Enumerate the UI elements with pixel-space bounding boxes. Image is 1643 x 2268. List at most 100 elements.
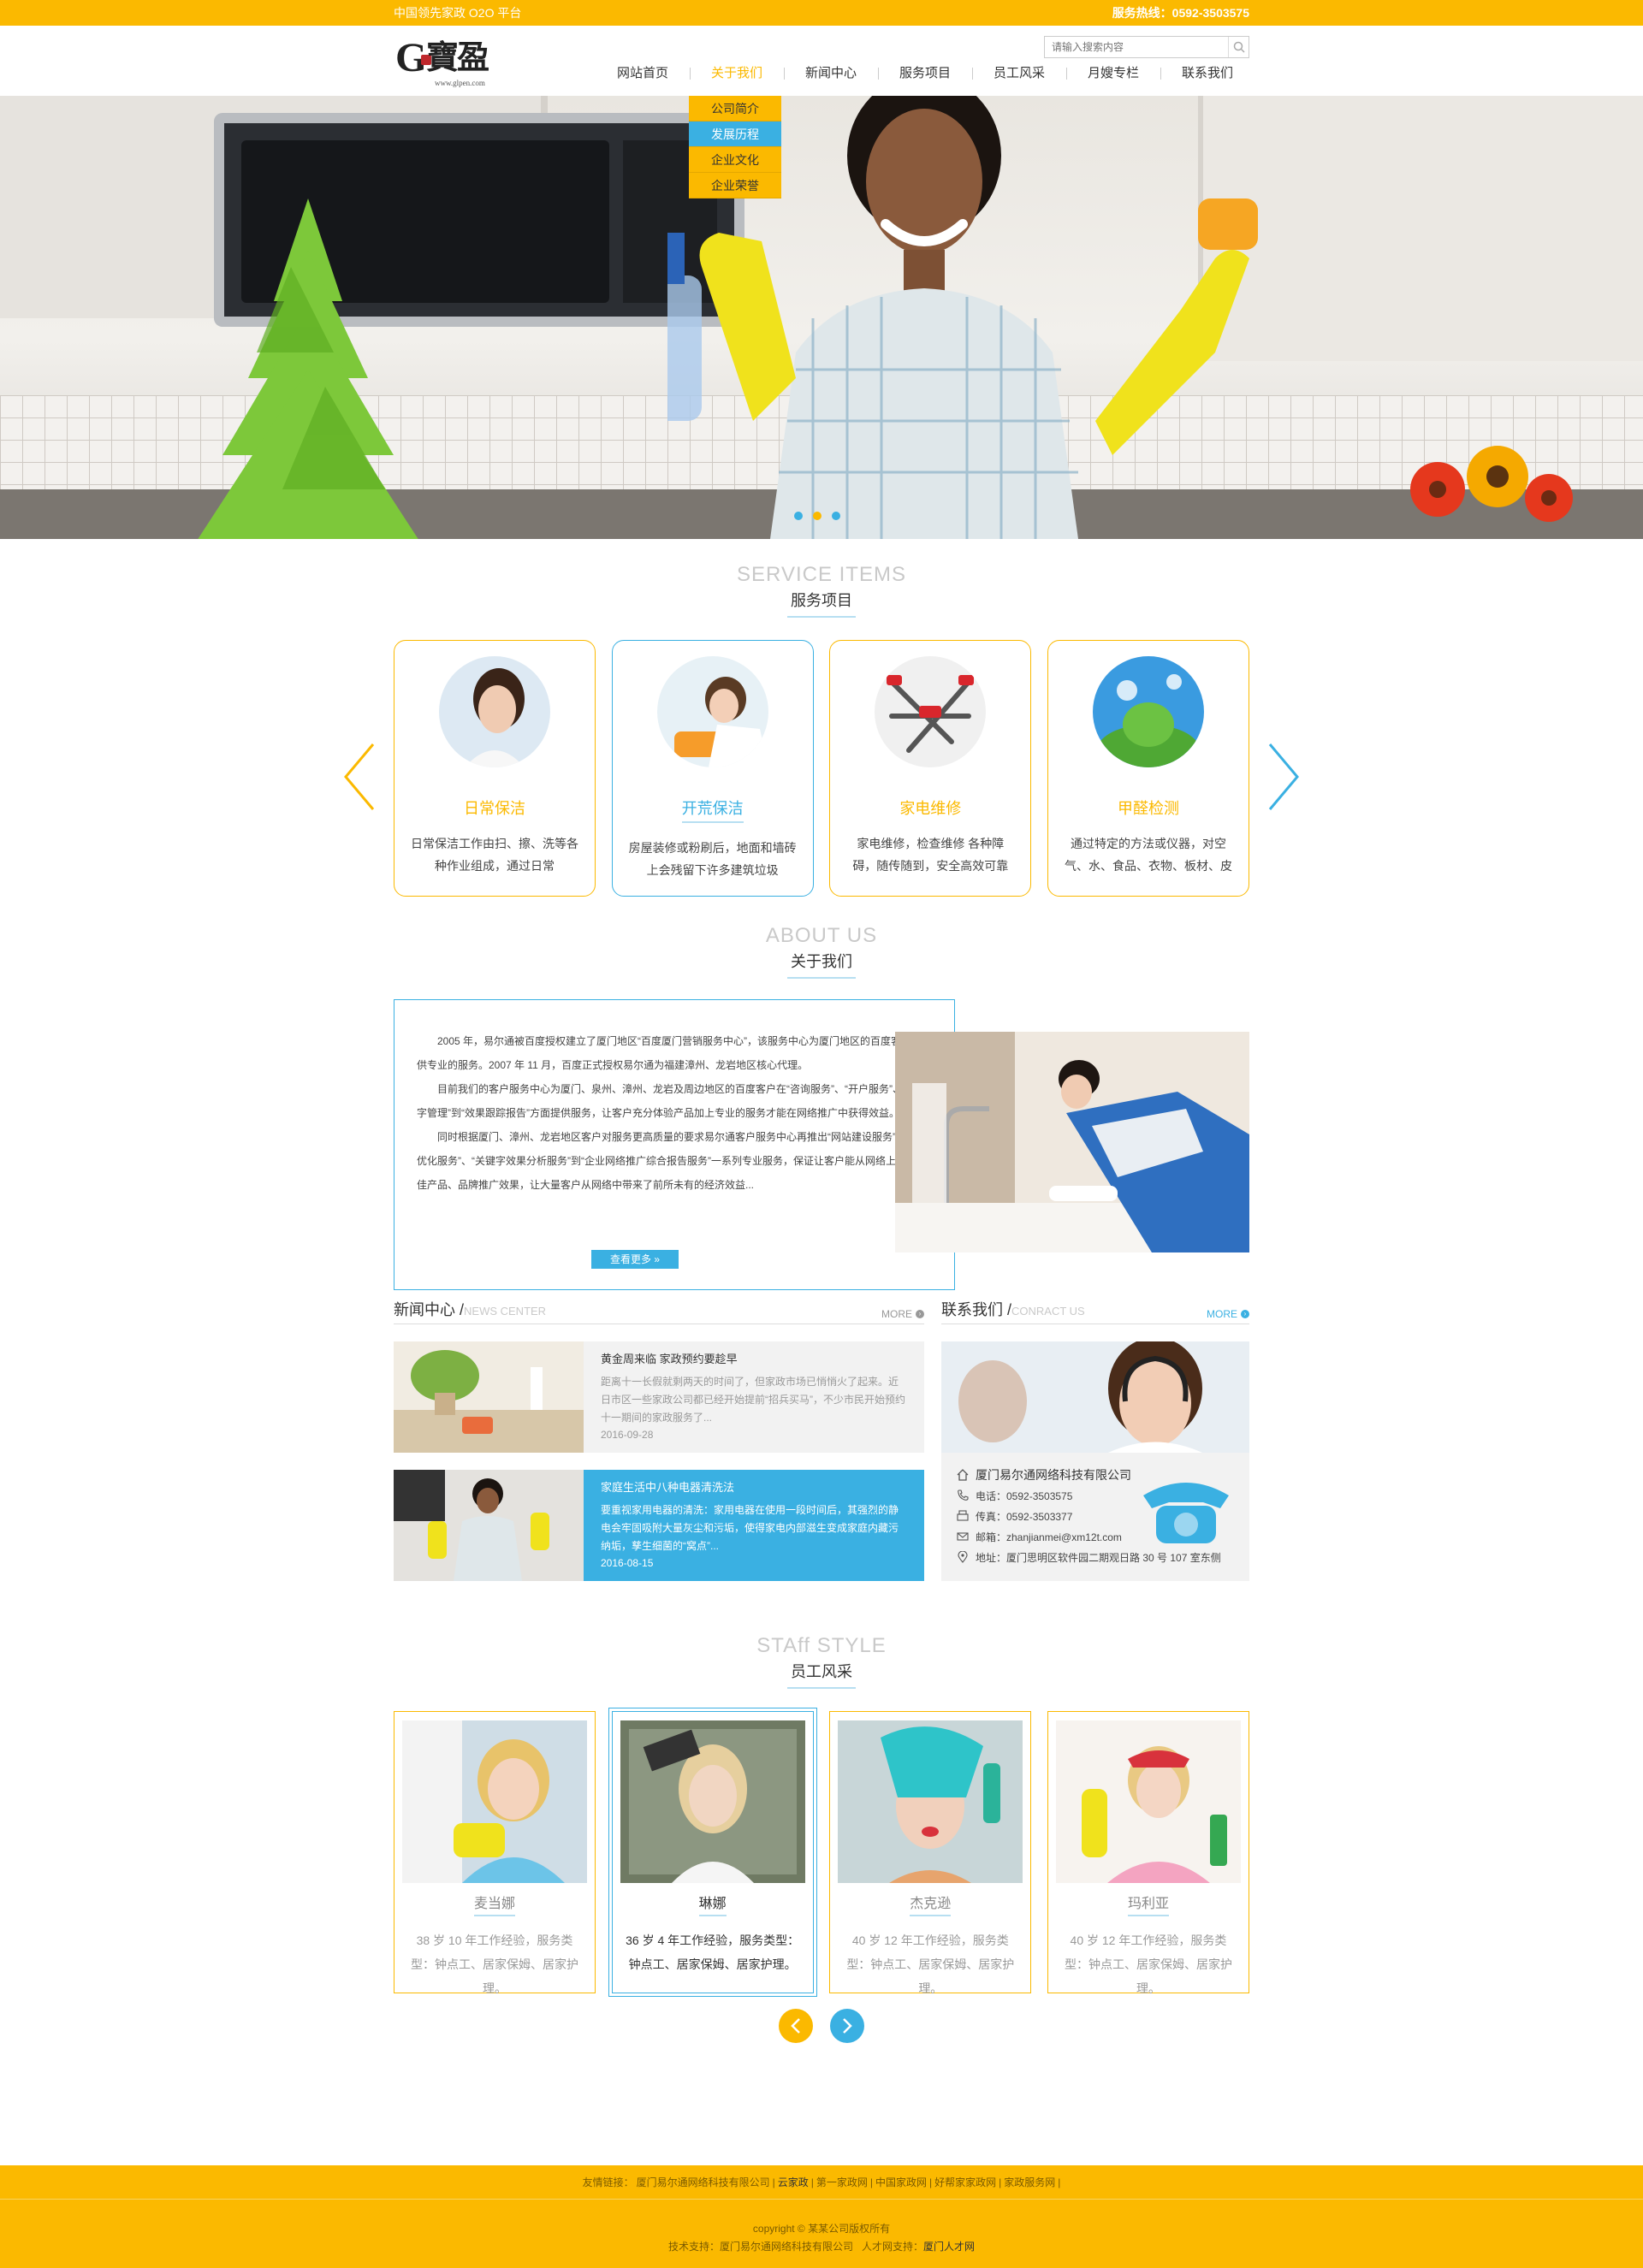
services-section: SERVICE ITEMS 服务项目 日常保洁 日常保洁工作由扫、擦、洗等各种作… [0,539,1643,924]
staff-photo [1055,1720,1241,1883]
copyright: copyright © 某某公司版权所有 技术支持：厦门易尔通网络科技有限公司 … [667,2223,976,2253]
staff-photo [402,1720,587,1883]
arrow-left-icon[interactable] [342,743,377,811]
news-summary: 距离十一长假就剩两天的时间了，但家政市场已悄悄火了起来。近日市区一些家政公司都已… [601,1376,905,1424]
staff-section: STAff STYLE 员工风采 麦当娜 38 岁 10 年工作经验，服务类型：… [0,1634,1643,2130]
footer-link[interactable]: 云家政 [778,2176,809,2188]
staff-photo [838,1720,1023,1883]
news-header: 新闻中心 /NEWS CENTER MORE › [394,1300,924,1324]
contact-header: 联系我们 /CONRACT US MORE › [941,1300,1249,1324]
news-date: 2016-08-15 [601,1557,654,1569]
staff-card[interactable]: 麦当娜 38 岁 10 年工作经验，服务类型：钟点工、居家保姆、居家护理。 [394,1711,596,1995]
banner-plant [198,198,418,539]
top-bar: 中国领先家政 O2O 平台 服务热线：0592-3503575 [0,0,1643,26]
service-image [1092,656,1204,767]
banner-dot[interactable] [832,512,840,520]
staff-card[interactable]: 琳娜 36 岁 4 年工作经验，服务类型：钟点工、居家保姆、居家护理。 [608,1708,817,1997]
search-input[interactable] [1045,37,1228,57]
contact-more-link[interactable]: MORE › [1207,1308,1249,1320]
support-link[interactable]: 厦门易尔通网络科技有限公司 [720,2241,853,2253]
about-section: ABOUT US 关于我们 2005 年，易尔通被百度授权建立了厦门地区“百度厦… [0,924,1643,1300]
logo[interactable]: G 寶盈 www.glpen.com [394,36,505,88]
hero-banner [0,96,1643,539]
nav-about[interactable]: 关于我们 [690,63,784,84]
staff-prev-button[interactable] [779,2009,813,2043]
news-title[interactable]: 黄金周来临 家政预约要趁早 [601,1350,907,1366]
news-thumbnail [394,1470,584,1581]
fax-icon [957,1510,969,1521]
main-nav: 网站首页 关于我们 新闻中心 服务项目 员工风采 月嫂专栏 联系我们 [596,63,1254,84]
footer-link[interactable]: 第一家政网 [816,2176,868,2188]
about-image [895,1032,1249,1252]
mail-icon [957,1532,969,1541]
contact-card: 厦门易尔通网络科技有限公司 电话：0592-3503575 传真：0592-35… [941,1341,1249,1581]
staff-desc: 38 岁 10 年工作经验，服务类型：钟点工、居家保姆、居家护理。 [411,1933,578,1995]
nav-contact[interactable]: 联系我们 [1160,63,1254,84]
footer-link[interactable]: 中国家政网 [875,2176,927,2188]
footer-link[interactable]: 好帮家家政网 [934,2176,996,2188]
nav-staff[interactable]: 员工风采 [972,63,1066,84]
staff-name: 麦当娜 [473,1892,515,1916]
contact-tel: 电话：0592-3503575 [957,1485,1249,1506]
news-item[interactable]: 黄金周来临 家政预约要趁早 距离十一长假就剩两天的时间了，但家政市场已悄悄火了起… [394,1341,924,1453]
footer-link[interactable]: 厦门易尔通网络科技有限公司 [637,2176,770,2188]
staff-next-button[interactable] [830,2009,864,2043]
about-paragraph: 同时根据厦门、漳州、龙岩地区客户对服务更高质量的要求易尔通客户服务中心再推出“网… [417,1131,930,1191]
staff-desc: 40 岁 12 年工作经验，服务类型：钟点工、居家保姆、居家护理。 [846,1933,1015,1995]
search-box [1044,36,1249,58]
nav-home[interactable]: 网站首页 [596,63,690,84]
service-image [439,656,550,767]
footer-link[interactable]: 家政服务网 [1004,2176,1055,2188]
banner-pagination [794,512,840,520]
staff-desc: 36 岁 4 年工作经验，服务类型：钟点工、居家保姆、居家护理。 [626,1933,800,1971]
more-arrow-icon: › [916,1310,924,1318]
contact-fax: 传真：0592-3503377 [957,1506,1249,1526]
service-card[interactable]: 甲醛检测 通过特定的方法或仪器，对空气、水、食品、衣物、板材、皮 [1047,640,1249,897]
news-center: 新闻中心 /NEWS CENTER MORE › 黄金周来临 家政预约要趁早 距离… [394,1300,924,1581]
talent-link[interactable]: 厦门人才网 [923,2241,975,2253]
banner-dot-active[interactable] [813,512,822,520]
header: G 寶盈 www.glpen.com 网站首页 关于我们 新闻中心 服务项目 员… [0,26,1643,198]
footer: 友情链接： 厦门易尔通网络科技有限公司 | 云家政 | 第一家政网 | 中国家政网 | 好帮家家政… [0,2165,1643,2268]
arrow-right-icon[interactable] [1266,743,1301,811]
chevron-left-icon [791,2018,800,2034]
more-arrow-icon: › [1241,1310,1249,1318]
nav-services[interactable]: 服务项目 [878,63,972,84]
about-title: ABOUT US 关于我们 [0,924,1643,979]
about-more-button[interactable]: 查看更多 » [591,1250,679,1269]
news-title[interactable]: 家庭生活中八种电器清洗法 [601,1478,907,1495]
news-thumbnail [394,1341,584,1453]
contact-company: 厦门易尔通网络科技有限公司 [957,1465,1249,1485]
nav-news[interactable]: 新闻中心 [784,63,878,84]
staff-carousel-nav [0,2009,1643,2043]
chevron-right-icon [843,2018,852,2034]
news-more-link[interactable]: MORE › [881,1308,924,1320]
service-card[interactable]: 家电维修 家电维修，检查维修 各种障碍，随传随到，安全高效可靠 [829,640,1032,897]
staff-name: 玛利亚 [1127,1892,1169,1916]
service-image [656,656,768,767]
contact-email: 邮箱：zhanjianmei@xm12t.com [957,1526,1249,1547]
staff-name: 杰克逊 [910,1892,952,1916]
location-icon [958,1551,968,1563]
dropdown-item-profile[interactable]: 公司简介 [689,96,781,121]
banner-flowers [1410,446,1573,522]
service-card[interactable]: 开荒保洁 房屋装修或粉刷后，地面和墙砖上会残留下许多建筑垃圾 [611,640,814,897]
service-card[interactable]: 日常保洁 日常保洁工作由扫、擦、洗等各种作业组成，通过日常 [394,640,596,897]
phone-icon [958,1489,969,1501]
service-image [875,656,987,767]
search-icon[interactable] [1228,37,1249,57]
dropdown-item-honor[interactable]: 企业荣誉 [689,173,781,198]
banner-dot[interactable] [794,512,803,520]
news-item[interactable]: 家庭生活中八种电器清洗法 要重视家用电器的清洗：家用电器在使用一段时间后，其强烈… [394,1470,924,1581]
dropdown-item-history[interactable]: 发展历程 [689,121,781,147]
home-icon [957,1469,969,1481]
about-dropdown: 公司简介 发展历程 企业文化 企业荣誉 [689,96,781,198]
news-contact-section: 新闻中心 /NEWS CENTER MORE › 黄金周来临 家政预约要趁早 距离… [394,1300,1249,1634]
dropdown-item-culture[interactable]: 企业文化 [689,147,781,173]
about-paragraph: 目前我们的客户服务中心为厦门、泉州、漳州、龙岩及周边地区的百度客户在“咨询服务”… [417,1083,927,1119]
staff-card[interactable]: 玛利亚 40 岁 12 年工作经验，服务类型：钟点工、居家保姆、居家护理。 [1047,1711,1249,1995]
nav-maternity[interactable]: 月嫂专栏 [1066,63,1160,84]
staff-card[interactable]: 杰克逊 40 岁 12 年工作经验，服务类型：钟点工、居家保姆、居家护理。 [829,1711,1032,1995]
contact-us: 联系我们 /CONRACT US MORE › 厦门易尔通网络科技有限公司 电话：… [941,1300,1249,1581]
services-title: SERVICE ITEMS 服务项目 [0,563,1643,618]
